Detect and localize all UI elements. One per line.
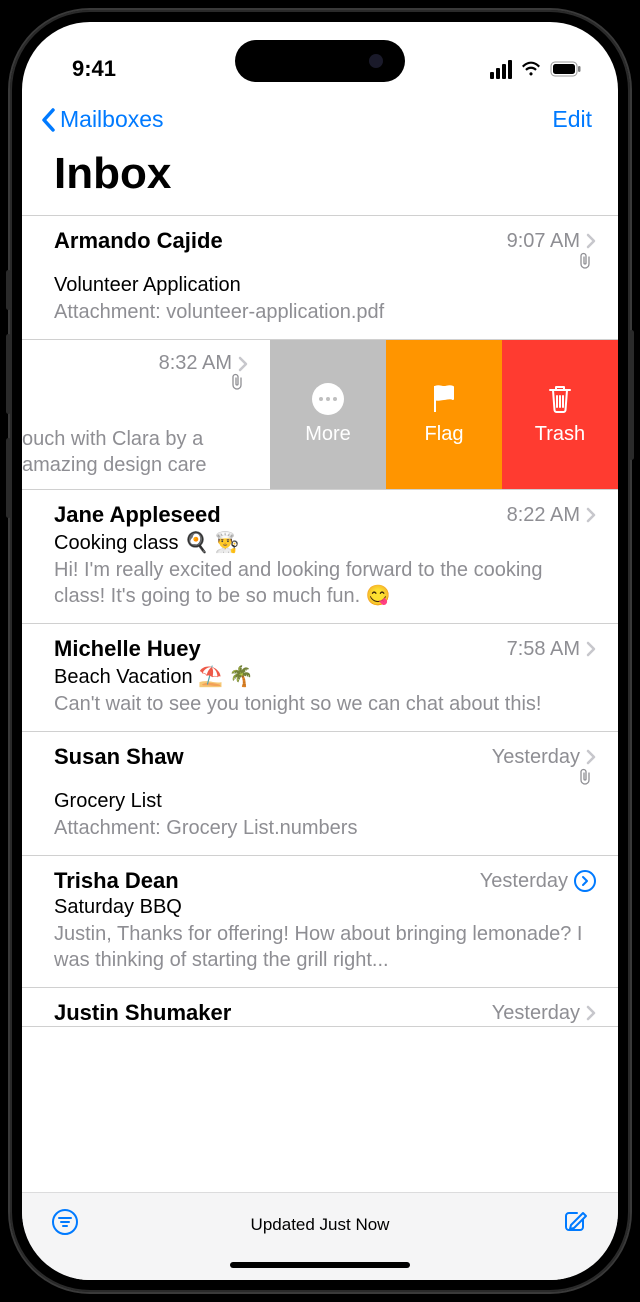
back-label: Mailboxes — [60, 106, 164, 133]
chevron-left-icon — [40, 107, 58, 133]
edit-button[interactable]: Edit — [552, 106, 592, 133]
swipe-more-label: More — [305, 423, 351, 446]
swipe-flag-label: Flag — [425, 423, 464, 446]
mail-item[interactable]: Justin Shumaker Yesterday — [22, 988, 618, 1027]
mail-preview: Hi! I'm really excited and looking forwa… — [54, 557, 596, 609]
back-button[interactable]: Mailboxes — [40, 106, 164, 133]
chevron-right-icon — [586, 1005, 596, 1021]
mail-item[interactable]: Trisha Dean Yesterday Saturday BBQ Justi… — [22, 856, 618, 988]
mail-item-swiped[interactable]: 8:32 AM ouch with Clara by a amazing des… — [22, 340, 618, 490]
wifi-icon — [520, 61, 542, 77]
mail-time: Yesterday — [492, 1002, 580, 1025]
phone-frame: 9:41 Mailboxes Edit Inbox — [10, 10, 630, 1292]
sender-name: Armando Cajide — [54, 228, 223, 254]
sender-name: Michelle Huey — [54, 636, 201, 662]
mail-item[interactable]: Susan Shaw Yesterday Grocery List Attach… — [22, 732, 618, 856]
chevron-right-icon — [586, 749, 596, 765]
attachment-icon — [54, 252, 596, 272]
sender-name: Jane Appleseed — [54, 502, 221, 528]
battery-icon — [550, 61, 582, 77]
sender-name: Susan Shaw — [54, 744, 184, 770]
mail-item[interactable]: Jane Appleseed 8:22 AM Cooking class 🍳 👨… — [22, 490, 618, 624]
sender-name: Justin Shumaker — [54, 1000, 231, 1026]
mail-subject: Volunteer Application — [54, 274, 596, 297]
trash-icon — [546, 383, 574, 415]
swipe-actions: More Flag Trash — [270, 340, 618, 489]
thread-indicator-icon — [574, 870, 596, 892]
mail-subject: Saturday BBQ — [54, 896, 596, 919]
mail-time: 9:07 AM — [507, 230, 580, 253]
mail-subject: Grocery List — [54, 790, 596, 813]
chevron-right-icon — [586, 507, 596, 523]
compose-button[interactable] — [560, 1207, 590, 1242]
sender-name: Trisha Dean — [54, 868, 179, 894]
attachment-icon — [22, 373, 248, 392]
more-icon — [312, 383, 344, 415]
mail-time: 8:32 AM — [159, 352, 232, 375]
swipe-trash-button[interactable]: Trash — [502, 340, 618, 489]
mail-subject: Beach Vacation ⛱️ 🌴 — [54, 664, 596, 689]
mail-list[interactable]: Armando Cajide 9:07 AM Volunteer Applica… — [22, 215, 618, 1192]
mail-preview: Attachment: Grocery List.numbers — [54, 815, 596, 841]
page-title: Inbox — [22, 145, 618, 215]
mail-preview: ouch with Clara by a amazing design care — [22, 426, 248, 475]
cellular-icon — [490, 60, 512, 79]
home-indicator[interactable] — [230, 1262, 410, 1268]
mail-preview: Can't wait to see you tonight so we can … — [54, 691, 596, 717]
nav-bar: Mailboxes Edit — [22, 94, 618, 145]
status-icons — [490, 60, 582, 79]
flag-icon — [429, 383, 459, 415]
swipe-flag-button[interactable]: Flag — [386, 340, 502, 489]
mail-time: 7:58 AM — [507, 638, 580, 661]
chevron-right-icon — [586, 641, 596, 657]
phone-screen: 9:41 Mailboxes Edit Inbox — [22, 22, 618, 1280]
chevron-right-icon — [238, 356, 248, 372]
mail-time: 8:22 AM — [507, 504, 580, 527]
mail-item[interactable]: Michelle Huey 7:58 AM Beach Vacation ⛱️ … — [22, 624, 618, 732]
toolbar-status: Updated Just Now — [251, 1215, 390, 1235]
swipe-trash-label: Trash — [535, 423, 585, 446]
chevron-right-icon — [586, 233, 596, 249]
mail-preview: Justin, Thanks for offering! How about b… — [54, 921, 596, 973]
dynamic-island — [235, 40, 405, 82]
attachment-icon — [54, 768, 596, 788]
mail-preview: Attachment: volunteer-application.pdf — [54, 299, 596, 325]
mail-time: Yesterday — [492, 746, 580, 769]
filter-button[interactable] — [50, 1207, 80, 1242]
status-time: 9:41 — [72, 56, 116, 82]
mail-item[interactable]: Armando Cajide 9:07 AM Volunteer Applica… — [22, 216, 618, 340]
swipe-more-button[interactable]: More — [270, 340, 386, 489]
mail-subject: Cooking class 🍳 👨‍🍳 — [54, 530, 596, 555]
mail-time: Yesterday — [480, 870, 568, 893]
